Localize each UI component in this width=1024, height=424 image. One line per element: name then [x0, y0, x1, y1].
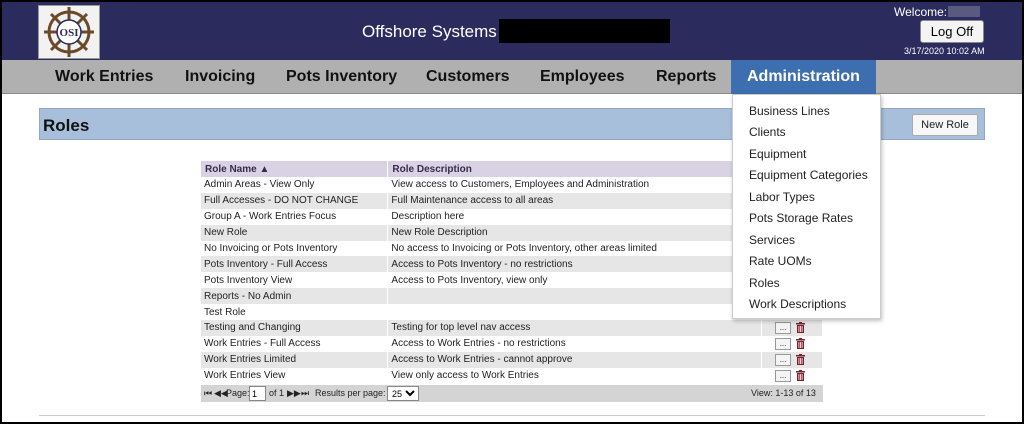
column-header-role-description[interactable]: Role Description [387, 161, 763, 177]
nav-pots-inventory[interactable]: Pots Inventory [286, 60, 397, 94]
role-description-cell: View only access to Work Entries [387, 367, 763, 384]
role-name-cell: Work Entries View [201, 367, 389, 384]
column-header-role-name[interactable]: Role Name ▲ [201, 161, 389, 177]
menu-item-labor-types[interactable]: Labor Types [749, 190, 815, 204]
edit-button[interactable]: ... [775, 369, 792, 382]
table-row[interactable]: No Invoicing or Pots Inventory No access… [201, 240, 823, 257]
table-row[interactable]: Group A - Work Entries Focus Description… [201, 208, 823, 225]
row-actions: ... [761, 351, 823, 368]
table-row[interactable]: Reports - No Admin [201, 288, 823, 305]
nav-invoicing[interactable]: Invoicing [185, 60, 255, 94]
app-frame: OSI Offshore Systems Welcome: Log Off 3/… [0, 0, 1024, 424]
table-row[interactable]: Admin Areas - View Only View access to C… [201, 177, 823, 193]
page-count-label: of 1 [269, 388, 285, 398]
menu-item-equipment-categories[interactable]: Equipment Categories [749, 168, 868, 182]
row-actions: ... [761, 335, 823, 352]
menu-item-equipment[interactable]: Equipment [749, 147, 806, 161]
current-datetime: 3/17/2020 10:02 AM [904, 46, 985, 56]
table-header-row: Role Name ▲ Role Description [201, 161, 823, 177]
role-description-cell: Access to Work Entries - cannot approve [387, 351, 763, 368]
edit-button[interactable]: ... [775, 337, 792, 350]
log-off-button[interactable]: Log Off [920, 20, 984, 43]
table-row[interactable]: Test Role [201, 304, 823, 321]
next-page-icon[interactable]: ▶▶ [287, 388, 301, 399]
role-description-cell: Description here [387, 208, 763, 225]
menu-item-rate-uoms[interactable]: Rate UOMs [749, 254, 812, 268]
nav-customers[interactable]: Customers [426, 60, 510, 94]
row-actions: ... [761, 367, 823, 384]
role-name-cell: Full Accesses - DO NOT CHANGE [201, 192, 389, 209]
role-name-cell: Test Role [201, 304, 389, 321]
role-name-cell: No Invoicing or Pots Inventory [201, 240, 389, 257]
role-name-cell: Work Entries - Full Access [201, 335, 389, 352]
roles-table: Role Name ▲ Role Description Admin Areas… [201, 161, 823, 384]
page-number-input[interactable] [249, 386, 266, 401]
menu-item-clients[interactable]: Clients [749, 125, 786, 139]
role-name-cell: Pots Inventory - Full Access [201, 256, 389, 273]
table-row[interactable]: Work Entries Limited Access to Work Entr… [201, 351, 823, 368]
table-row[interactable]: Pots Inventory - Full Access Access to P… [201, 256, 823, 273]
role-name-cell: Work Entries Limited [201, 351, 389, 368]
redacted-block [499, 19, 670, 43]
table-row[interactable]: Full Accesses - DO NOT CHANGE Full Maint… [201, 192, 823, 209]
nav-employees[interactable]: Employees [540, 60, 624, 94]
role-name-cell: Group A - Work Entries Focus [201, 208, 389, 225]
delete-trash-icon[interactable] [796, 354, 806, 366]
table-row[interactable]: Work Entries - Full Access Access to Wor… [201, 335, 823, 352]
role-description-cell: Full Maintenance access to all areas [387, 192, 763, 209]
delete-trash-icon[interactable] [796, 370, 806, 382]
menu-item-roles[interactable]: Roles [749, 276, 780, 290]
menu-item-business-lines[interactable]: Business Lines [749, 104, 830, 118]
logo-text: OSI [60, 27, 79, 39]
menu-item-pots-storage-rates[interactable]: Pots Storage Rates [749, 211, 853, 225]
table-row[interactable]: New Role New Role Description [201, 224, 823, 241]
view-range-label: View: 1-13 of 13 [751, 388, 816, 398]
edit-button[interactable]: ... [775, 321, 792, 334]
role-name-cell: Pots Inventory View [201, 272, 389, 289]
role-description-cell: Testing for top level nav access [387, 320, 763, 336]
edit-button[interactable]: ... [775, 353, 792, 366]
table-row[interactable]: Pots Inventory View Access to Pots Inven… [201, 272, 823, 289]
role-description-cell [387, 304, 763, 321]
page-label: Page: [226, 388, 250, 398]
last-page-icon[interactable]: ⏭ [301, 388, 309, 399]
role-name-cell: Reports - No Admin [201, 288, 389, 305]
table-pager: ⏮ ◀◀ Page: of 1 ▶▶ ⏭ Results per page: 2… [201, 385, 823, 402]
role-description-cell: Access to Pots Inventory, view only [387, 272, 763, 289]
app-header: OSI Offshore Systems Welcome: Log Off 3/… [2, 2, 1022, 60]
menu-item-work-descriptions[interactable]: Work Descriptions [749, 297, 846, 311]
role-name-cell: New Role [201, 224, 389, 241]
main-nav: Work Entries Invoicing Pots Inventory Cu… [2, 60, 1022, 94]
menu-item-services[interactable]: Services [749, 233, 795, 247]
role-name-cell: Testing and Changing [201, 320, 389, 336]
delete-trash-icon[interactable] [796, 338, 806, 350]
results-per-page-select[interactable]: 25 [387, 386, 419, 401]
table-row[interactable]: Work Entries View View only access to Wo… [201, 367, 823, 384]
page-title: Roles [43, 116, 90, 135]
row-actions: ... [761, 320, 823, 336]
administration-menu: Business Lines Clients Equipment Equipme… [732, 94, 881, 319]
first-page-icon[interactable]: ⏮ [204, 388, 212, 399]
role-description-cell: No access to Invoicing or Pots Inventory… [387, 240, 763, 257]
delete-trash-icon[interactable] [796, 322, 806, 334]
nav-work-entries[interactable]: Work Entries [55, 60, 153, 94]
role-name-cell: Admin Areas - View Only [201, 177, 389, 193]
welcome-label: Welcome: [894, 5, 948, 19]
results-per-page-label: Results per page: [315, 388, 386, 398]
app-title: Offshore Systems [362, 22, 497, 41]
table-row[interactable]: Testing and Changing Testing for top lev… [201, 320, 823, 336]
company-logo[interactable]: OSI [38, 5, 100, 59]
new-role-button[interactable]: New Role [912, 114, 978, 136]
role-description-cell: Access to Work Entries - no restrictions [387, 335, 763, 352]
role-description-cell: New Role Description [387, 224, 763, 241]
role-description-cell: View access to Customers, Employees and … [387, 177, 763, 193]
nav-administration[interactable]: Administration [731, 60, 876, 94]
footer-divider [39, 415, 985, 416]
role-description-cell [387, 288, 763, 305]
nav-reports[interactable]: Reports [656, 60, 716, 94]
redacted-username [948, 6, 980, 17]
role-description-cell: Access to Pots Inventory - no restrictio… [387, 256, 763, 273]
